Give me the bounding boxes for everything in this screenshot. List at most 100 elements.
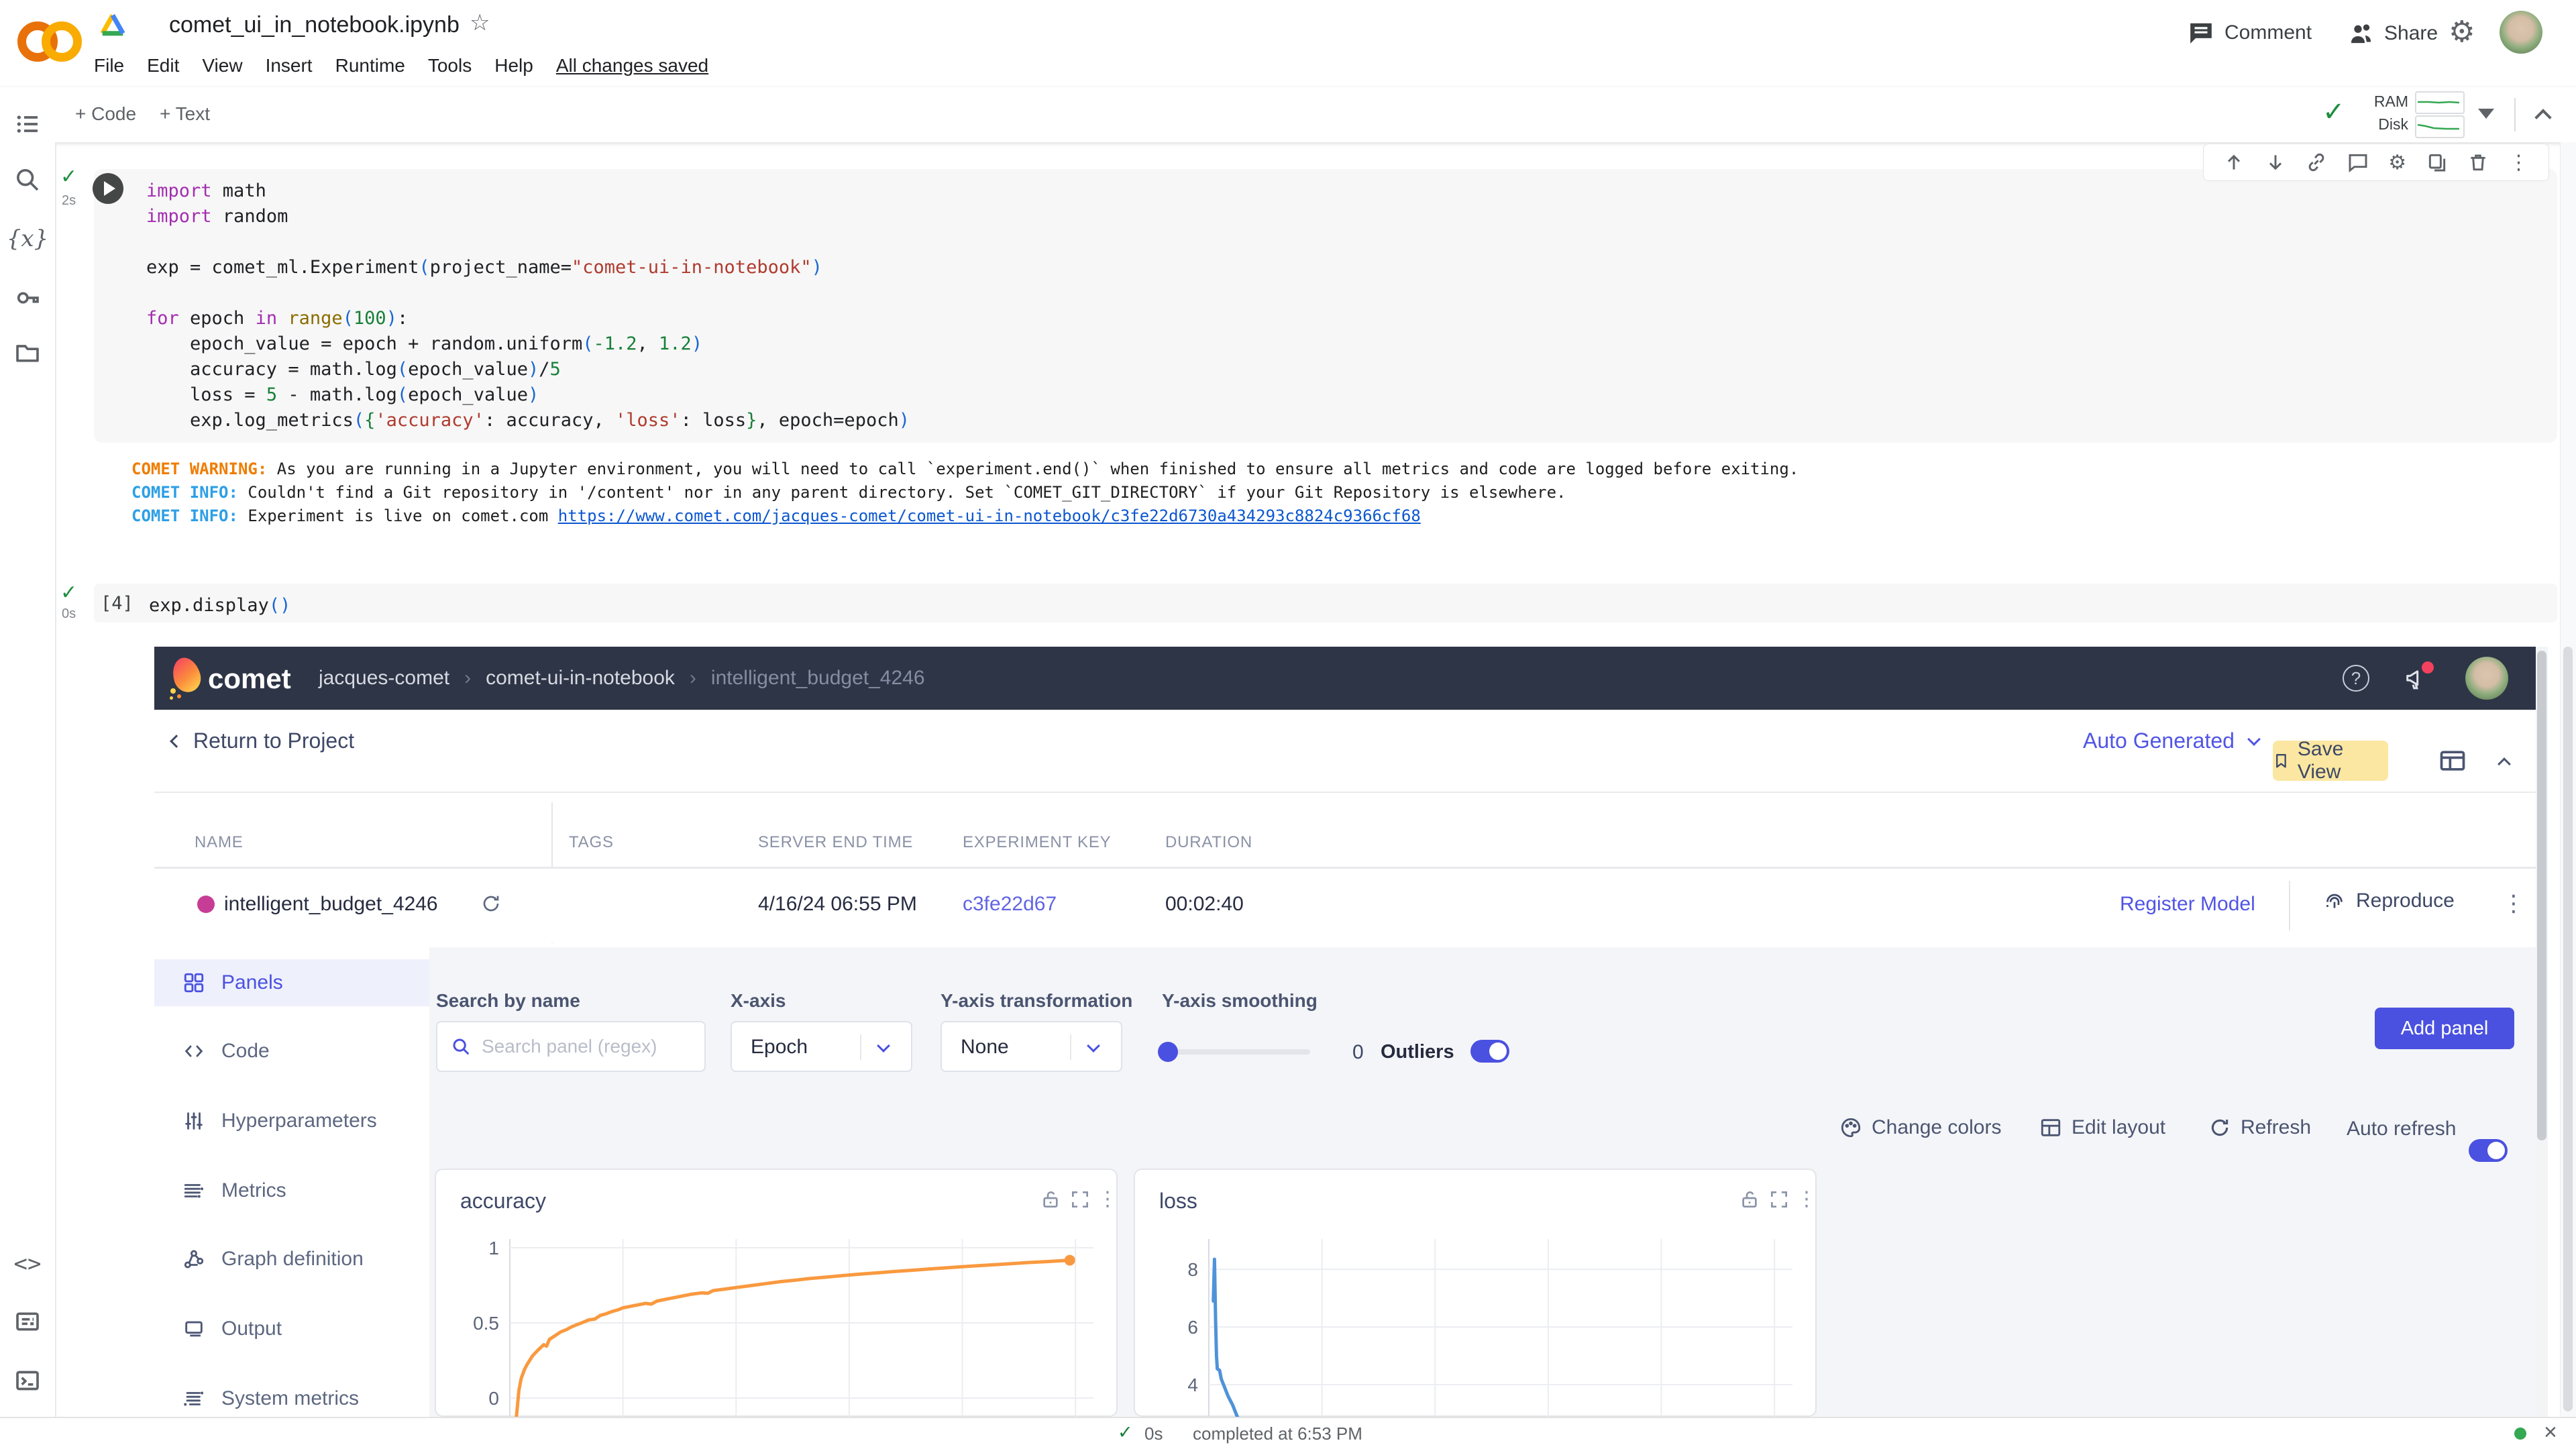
- expand-icon[interactable]: [1768, 1189, 1790, 1210]
- breadcrumb-workspace[interactable]: jacques-comet: [319, 667, 449, 690]
- page-scrollbar-thumb[interactable]: [2563, 647, 2573, 1411]
- add-code-button[interactable]: + Code: [75, 103, 136, 125]
- share-button[interactable]: Share: [2348, 20, 2438, 47]
- resources-dropdown-caret[interactable]: [2478, 109, 2494, 119]
- smoothing-slider-track[interactable]: [1163, 1049, 1310, 1055]
- row-more-actions-icon[interactable]: ⋮: [2502, 890, 2525, 917]
- tab-output[interactable]: Output: [154, 1305, 429, 1352]
- help-icon[interactable]: ?: [2343, 665, 2369, 692]
- tab-metrics[interactable]: Metrics: [154, 1167, 429, 1214]
- change-colors-button[interactable]: Change colors: [1839, 1116, 2001, 1139]
- tab-hyperparameters[interactable]: Hyperparameters: [154, 1097, 429, 1144]
- search-panel-input[interactable]: Search panel (regex): [436, 1021, 706, 1072]
- table-of-contents-icon[interactable]: [0, 104, 55, 144]
- view-selector[interactable]: Auto Generated: [2083, 729, 2259, 753]
- code-snippets-icon[interactable]: <>: [0, 1244, 55, 1284]
- collapse-section-icon[interactable]: [2498, 757, 2511, 771]
- table-view-icon[interactable]: [2438, 746, 2467, 775]
- connected-check-icon[interactable]: ✓: [2322, 97, 2345, 127]
- col-header-tags[interactable]: TAGS: [569, 833, 614, 852]
- menu-tools[interactable]: Tools: [428, 55, 472, 76]
- status-duration: 0s: [1144, 1424, 1163, 1444]
- tab-system-metrics[interactable]: System metrics: [154, 1375, 429, 1417]
- add-text-button[interactable]: + Text: [160, 103, 210, 125]
- comment-button[interactable]: Comment: [2188, 20, 2312, 46]
- unlock-icon[interactable]: [1040, 1189, 1061, 1210]
- menu-runtime[interactable]: Runtime: [335, 55, 405, 76]
- collapse-toolbar-icon[interactable]: [2534, 109, 2551, 125]
- y-axis-transformation-select[interactable]: None: [941, 1021, 1122, 1072]
- menu-insert[interactable]: Insert: [266, 55, 313, 76]
- embed-scrollbar-thumb[interactable]: [2537, 651, 2546, 1140]
- colab-logo[interactable]: [17, 17, 91, 68]
- variables-icon[interactable]: {x}: [0, 219, 55, 259]
- comet-logo[interactable]: [169, 657, 203, 699]
- sync-status-icon[interactable]: [480, 893, 502, 914]
- x-axis-select[interactable]: Epoch: [731, 1021, 912, 1072]
- unlock-icon[interactable]: [1739, 1189, 1760, 1210]
- notebook-title[interactable]: comet_ui_in_notebook.ipynb: [169, 12, 460, 38]
- add-panel-button[interactable]: Add panel: [2375, 1008, 2514, 1049]
- return-to-project[interactable]: Return to Project: [172, 729, 354, 753]
- announcements-megaphone-icon[interactable]: [2403, 664, 2432, 692]
- cell1-code[interactable]: import mathimport random exp = comet_ml.…: [146, 178, 910, 433]
- expand-icon[interactable]: [1069, 1189, 1091, 1210]
- tab-panels[interactable]: Panels: [154, 959, 429, 1006]
- reproduce-button[interactable]: Reproduce: [2322, 889, 2455, 913]
- refresh-button[interactable]: Refresh: [2208, 1116, 2311, 1139]
- secrets-key-icon[interactable]: [0, 278, 55, 318]
- smoothing-slider-thumb[interactable]: [1158, 1042, 1178, 1062]
- panel-options-icon[interactable]: ⋮: [1097, 1187, 1118, 1211]
- col-header-duration[interactable]: DURATION: [1165, 833, 1252, 852]
- loss-panel[interactable]: loss ⋮ 864: [1134, 1169, 1817, 1417]
- comet-user-avatar[interactable]: [2465, 657, 2508, 700]
- panel-options-icon[interactable]: ⋮: [1796, 1187, 1817, 1211]
- accuracy-panel[interactable]: accuracy ⋮ 10.50: [435, 1169, 1118, 1417]
- save-view-button[interactable]: Save View: [2273, 741, 2388, 781]
- menu-view[interactable]: View: [202, 55, 242, 76]
- tab-graph-definition[interactable]: Graph definition: [154, 1236, 429, 1283]
- menu-edit[interactable]: Edit: [147, 55, 179, 76]
- menu-help[interactable]: Help: [494, 55, 533, 76]
- move-cell-up-icon[interactable]: [2223, 152, 2245, 173]
- link-cell-icon[interactable]: [2306, 152, 2327, 173]
- cell2-code[interactable]: exp.display(): [149, 593, 290, 619]
- row-experiment-key-link[interactable]: c3fe22d67: [963, 893, 1057, 916]
- ram-usage-sparkline[interactable]: [2415, 91, 2465, 114]
- embed-scrollbar-track[interactable]: [2536, 647, 2548, 1417]
- save-status[interactable]: All changes saved: [556, 55, 708, 76]
- col-header-server-end-time[interactable]: SERVER END TIME: [758, 833, 913, 852]
- outliers-toggle[interactable]: [1470, 1040, 1509, 1063]
- cell-more-actions-icon[interactable]: ⋮: [2509, 151, 2529, 174]
- edit-layout-button[interactable]: Edit layout: [2039, 1116, 2165, 1139]
- terminal-icon[interactable]: [0, 1360, 55, 1401]
- user-avatar[interactable]: [2500, 11, 2542, 54]
- mirror-cell-icon[interactable]: [2426, 152, 2448, 173]
- experiment-name[interactable]: intelligent_budget_4246: [224, 893, 438, 916]
- close-output-icon[interactable]: ×: [2544, 1419, 2557, 1446]
- breadcrumb-project[interactable]: comet-ui-in-notebook: [486, 667, 675, 690]
- tab-code[interactable]: Code: [154, 1028, 429, 1075]
- comet-wordmark[interactable]: comet: [208, 663, 291, 695]
- move-cell-down-icon[interactable]: [2265, 152, 2286, 173]
- page-scrollbar-track[interactable]: [2560, 142, 2576, 1449]
- register-model-link[interactable]: Register Model: [2120, 893, 2255, 916]
- col-header-experiment-key[interactable]: EXPERIMENT KEY: [963, 833, 1111, 852]
- command-palette-icon[interactable]: [0, 1301, 55, 1342]
- auto-refresh-toggle[interactable]: [2469, 1139, 2508, 1162]
- cell-settings-gear-icon[interactable]: ⚙: [2388, 151, 2406, 174]
- disk-usage-sparkline[interactable]: [2415, 115, 2465, 138]
- code-cell-2[interactable]: [94, 584, 2557, 623]
- delete-cell-icon[interactable]: [2467, 152, 2489, 173]
- table-row[interactable]: intelligent_budget_4246 4/16/24 06:55 PM…: [154, 869, 2538, 943]
- col-header-name[interactable]: NAME: [195, 833, 244, 852]
- search-placeholder: Search panel (regex): [482, 1036, 657, 1057]
- search-rail-icon[interactable]: [0, 160, 55, 200]
- svg-text:1: 1: [488, 1239, 499, 1258]
- settings-gear-icon[interactable]: ⚙: [2449, 15, 2475, 49]
- files-folder-icon[interactable]: [0, 333, 55, 373]
- run-cell-button[interactable]: [93, 173, 123, 204]
- menu-file[interactable]: File: [94, 55, 124, 76]
- star-icon[interactable]: ☆: [470, 9, 490, 36]
- add-comment-icon[interactable]: [2347, 152, 2369, 173]
